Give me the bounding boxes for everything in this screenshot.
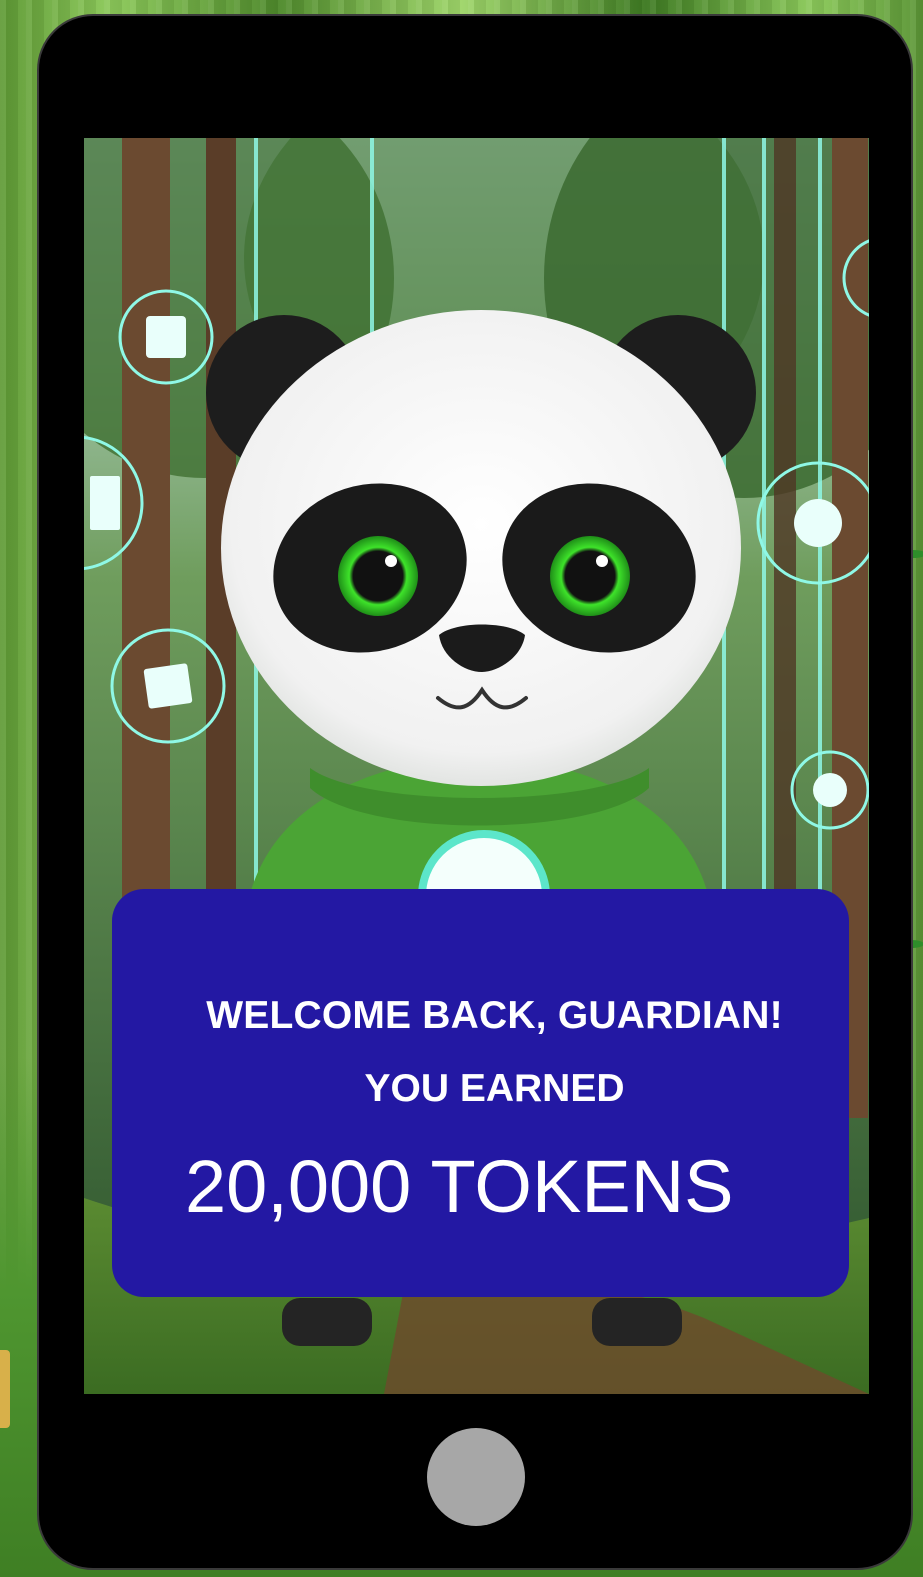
- panda-right-foot: [592, 1298, 682, 1346]
- app-background: WELCOME BACK, GUARDIAN! YOU EARNED 20,00…: [0, 0, 923, 1577]
- token-amount: 20,000 TOKENS: [185, 1145, 734, 1228]
- edge-badge: [0, 1350, 10, 1428]
- panda-left-eye: [338, 536, 418, 616]
- panda-left-foot: [282, 1298, 372, 1346]
- welcome-message: WELCOME BACK, GUARDIAN!: [206, 994, 783, 1037]
- home-button[interactable]: [427, 1428, 525, 1526]
- token-reward-card: WELCOME BACK, GUARDIAN! YOU EARNED 20,00…: [112, 889, 849, 1297]
- earned-label: YOU EARNED: [364, 1067, 625, 1110]
- panda-right-eye: [550, 536, 630, 616]
